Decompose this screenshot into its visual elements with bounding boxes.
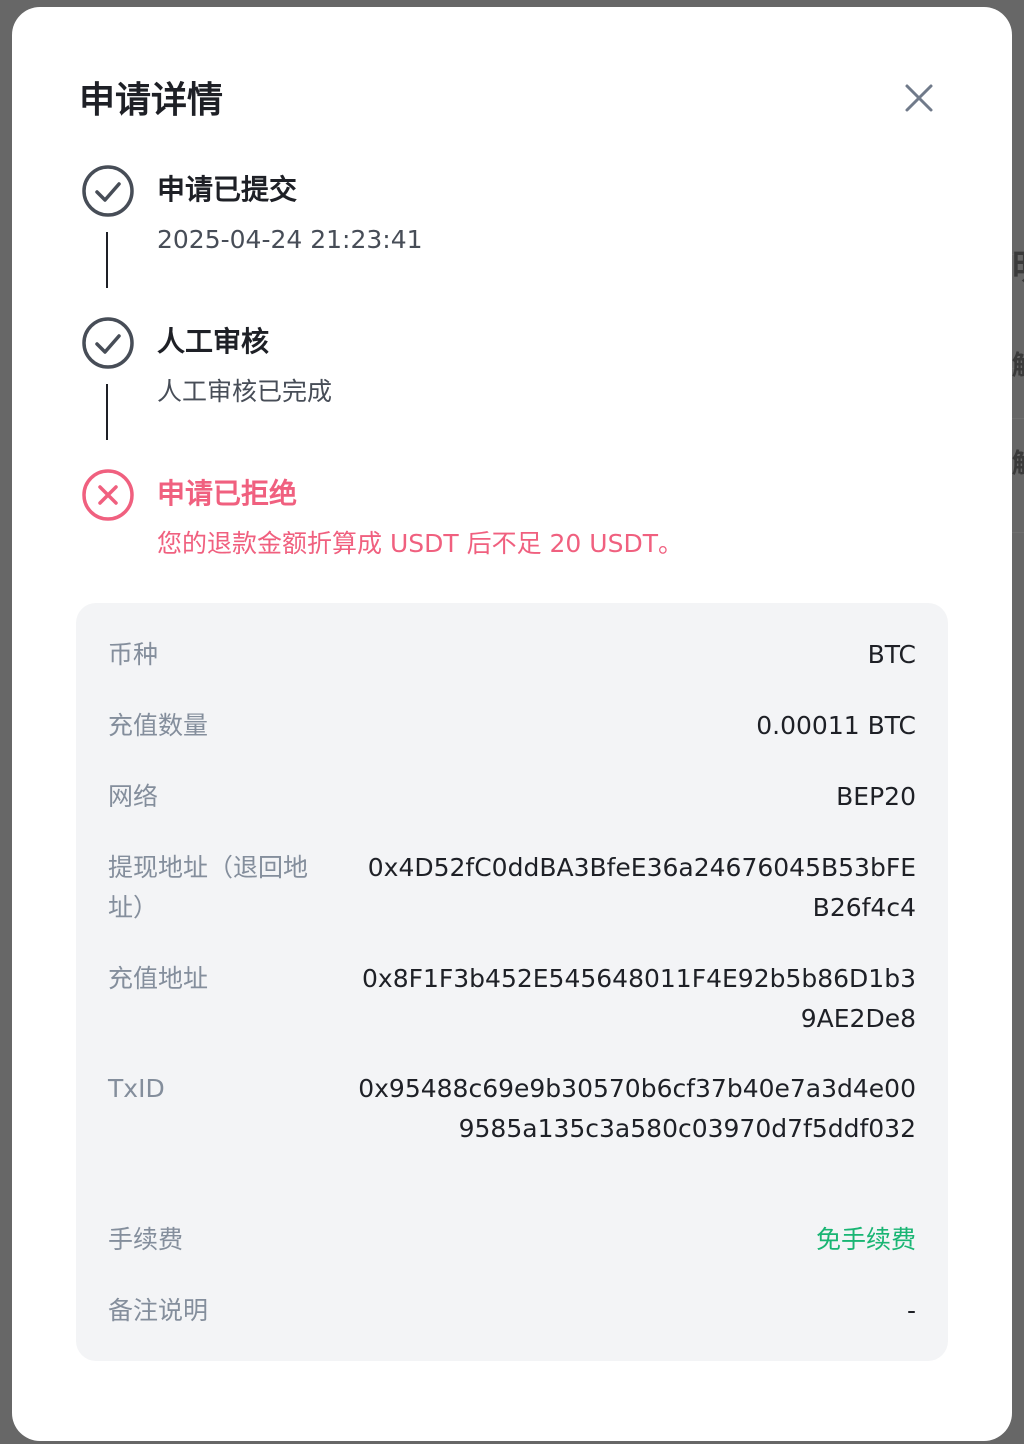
- detail-row-deposit-address: 充值地址 0x8F1F3b452E545648011F4E92b5b86D1b3…: [108, 959, 916, 1039]
- details-card: 币种 BTC 充值数量 0.00011 BTC 网络 BEP20 提现地址（退回…: [76, 603, 948, 1361]
- detail-label: 网络: [108, 782, 159, 811]
- detail-label: 备注说明: [108, 1296, 209, 1325]
- detail-row-fee: 手续费 免手续费: [108, 1220, 916, 1260]
- application-detail-modal: 申请详情 申请已提交 2025-04-24 21:23:41 人工审核 人工审核…: [12, 7, 1012, 1441]
- close-button[interactable]: [897, 82, 937, 122]
- timeline-connector: [106, 232, 108, 288]
- detail-row-deposit-amount: 充值数量 0.00011 BTC: [108, 706, 916, 746]
- step-title: 申请已提交: [157, 173, 298, 206]
- timeline-connector: [106, 384, 108, 440]
- detail-value: -: [906, 1296, 916, 1325]
- detail-value: BEP20: [836, 782, 916, 811]
- check-circle-icon: [82, 317, 134, 369]
- modal-title: 申请详情: [79, 80, 224, 121]
- detail-label: 手续费: [108, 1225, 184, 1254]
- detail-label: 充值地址: [108, 964, 209, 993]
- detail-row-txid: TxID 0x95488c69e9b30570b6cf37b40e7a3d4e0…: [108, 1069, 916, 1189]
- detail-row-withdraw-address: 提现地址（退回地址） 0x4D52fC0ddBA3BfeE36a24676045…: [108, 848, 916, 928]
- detail-value: 0x4D52fC0ddBA3BfeE36a24676045B53bFEB26f4…: [367, 853, 916, 922]
- rejection-reason: 您的退款金额折算成 USDT 后不足 20 USDT。: [157, 529, 683, 558]
- detail-row-coin: 币种 BTC: [108, 635, 916, 675]
- background-text-fragment: 解: [1012, 345, 1024, 382]
- check-circle-icon: [82, 165, 134, 217]
- step-timestamp: 2025-04-24 21:23:41: [157, 225, 423, 254]
- detail-row-remark: 备注说明 -: [108, 1291, 916, 1331]
- step-title: 人工审核: [157, 325, 270, 358]
- background-text-fragment: 解: [1012, 443, 1024, 480]
- x-circle-icon: [82, 469, 134, 521]
- detail-value: BTC: [867, 640, 916, 669]
- detail-value: 0x8F1F3b452E545648011F4E92b5b86D1b39AE2D…: [362, 964, 916, 1033]
- detail-label: 币种: [108, 640, 159, 669]
- detail-label: TxID: [108, 1074, 165, 1103]
- step-title: 申请已拒绝: [157, 477, 298, 510]
- close-icon[interactable]: [897, 82, 937, 122]
- detail-value: 0.00011 BTC: [756, 711, 916, 740]
- step-description: 人工审核已完成: [157, 377, 333, 406]
- detail-label: 提现地址（退回地址）: [108, 853, 309, 922]
- detail-value: 免手续费: [815, 1225, 916, 1254]
- detail-row-network: 网络 BEP20: [108, 777, 916, 817]
- detail-value: 0x95488c69e9b30570b6cf37b40e7a3d4e009585…: [358, 1074, 916, 1143]
- detail-label: 充值数量: [108, 711, 209, 740]
- background-heading-fragment: 明: [1012, 240, 1024, 289]
